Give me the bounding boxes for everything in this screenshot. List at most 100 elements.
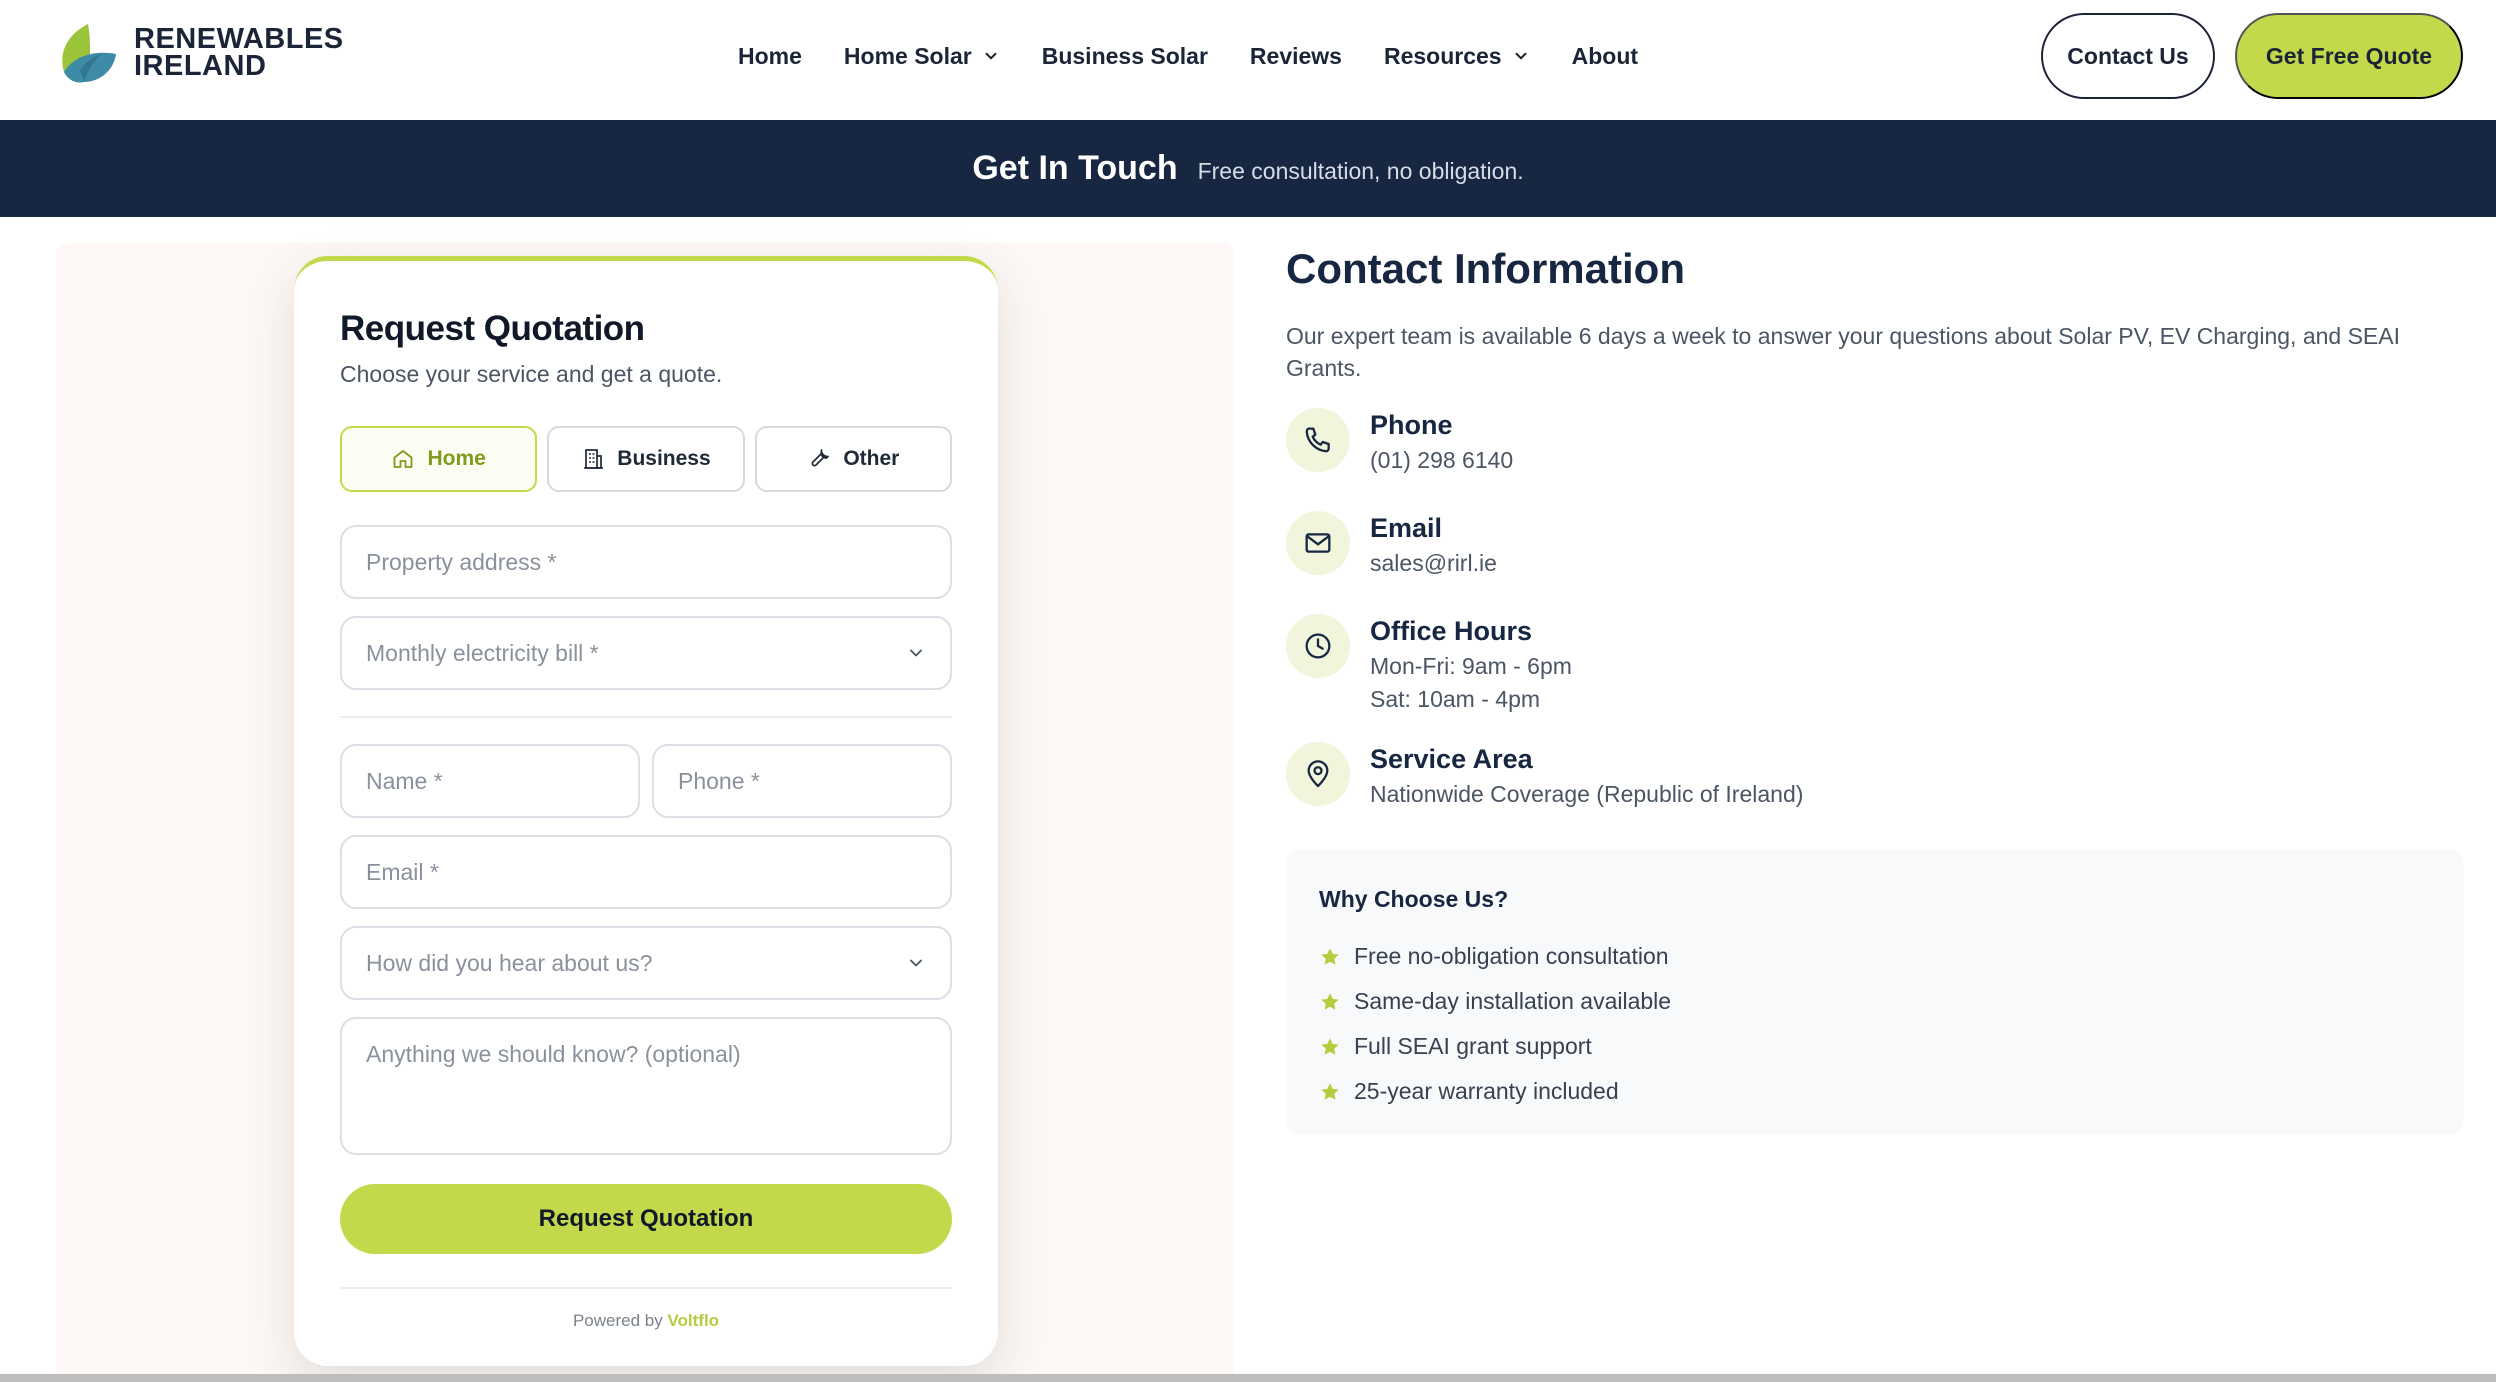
clock-icon-badge (1286, 614, 1350, 678)
contact-phone: Phone (01) 298 6140 (1286, 408, 1513, 477)
monthly-bill-placeholder: Monthly electricity bill * (366, 639, 599, 666)
office-hours-weekdays: Mon-Fri: 9am - 6pm (1370, 653, 1572, 679)
contact-email: Email sales@rirl.ie (1286, 511, 1497, 580)
notes-field-wrapper (340, 1017, 952, 1155)
monthly-bill-select[interactable]: Monthly electricity bill * (340, 616, 952, 690)
notes-textarea[interactable] (366, 1041, 926, 1131)
nav-about-label: About (1571, 42, 1639, 69)
voltflo-link[interactable]: Voltflo (667, 1311, 719, 1330)
main-nav: Home Home Solar Business Solar Reviews R… (738, 0, 1638, 112)
mail-icon-badge (1286, 511, 1350, 575)
form-divider (340, 716, 952, 718)
leaf-logo-icon (62, 24, 116, 83)
phone-icon (1305, 427, 1330, 453)
page-bottom-edge (0, 1374, 2496, 1382)
footer-divider (340, 1287, 952, 1289)
contact-us-button[interactable]: Contact Us (2041, 13, 2215, 99)
contact-info-description: Our expert team is available 6 days a we… (1286, 323, 2400, 381)
contact-office-hours: Office Hours Mon-Fri: 9am - 6pm Sat: 10a… (1286, 614, 1572, 716)
powered-by: Powered by Voltflo (294, 1311, 998, 1331)
why-choose-us-list: Free no-obligation consultation Same-day… (1319, 934, 1671, 1114)
brand-wordmark: RENEWABLES IRELAND (134, 23, 344, 82)
service-tab-other-label: Other (843, 447, 900, 470)
form-subtitle: Choose your service and get a quote. (340, 361, 723, 387)
why-item-text: Full SEAI grant support (1354, 1033, 1592, 1059)
get-in-touch-banner: Get In Touch Free consultation, no oblig… (0, 120, 2496, 217)
home-icon (394, 450, 413, 468)
nav-home-solar[interactable]: Home Solar (844, 43, 1000, 70)
why-item-text: Same-day installation available (1354, 988, 1672, 1014)
nav-home[interactable]: Home (738, 43, 802, 70)
service-tab-business-label: Business (617, 447, 711, 470)
property-address-input[interactable] (366, 548, 926, 576)
phone-input[interactable] (678, 767, 926, 795)
mail-icon (1305, 533, 1331, 553)
star-icon (1321, 992, 1339, 1010)
service-tab-home[interactable]: Home (340, 426, 538, 492)
banner-title: Get In Touch (972, 149, 1178, 187)
service-tab-other[interactable]: Other (754, 426, 952, 492)
brand-logo[interactable]: RENEWABLES IRELAND (54, 20, 344, 86)
office-hours-label: Office Hours (1370, 616, 1533, 646)
get-free-quote-button[interactable]: Get Free Quote (2235, 13, 2463, 99)
list-item: Free no-obligation consultation (1319, 934, 1671, 979)
wrench-icon (811, 449, 830, 467)
nav-reviews-label: Reviews (1249, 42, 1342, 69)
name-field-wrapper (340, 744, 640, 818)
chevron-down-icon (910, 649, 922, 657)
why-choose-us-title: Why Choose Us? (1319, 886, 1509, 912)
why-item-text: 25-year warranty included (1354, 1078, 1619, 1104)
chevron-down-icon (985, 52, 997, 60)
contact-service-area: Service Area Nationwide Coverage (Republ… (1286, 742, 1803, 811)
quotation-form: Request Quotation Choose your service an… (294, 256, 998, 1366)
chevron-down-icon (910, 959, 922, 967)
clock-icon (1305, 633, 1331, 659)
nav-home-solar-label: Home Solar (843, 42, 972, 69)
star-icon (1321, 1037, 1339, 1055)
why-choose-us-card: Why Choose Us? Free no-obligation consul… (1286, 850, 2464, 1134)
service-area-value: Nationwide Coverage (Republic of Ireland… (1370, 781, 1804, 807)
nav-about[interactable]: About (1572, 43, 1638, 70)
referral-source-select[interactable]: How did you hear about us? (340, 926, 952, 1000)
powered-by-label: Powered by (572, 1311, 668, 1330)
building-icon (584, 449, 604, 469)
phone-label: Phone (1370, 410, 1453, 440)
star-icon (1321, 1082, 1339, 1100)
map-pin-icon-badge (1286, 742, 1350, 806)
site-header: RENEWABLES IRELAND Home Home Solar Busin… (0, 0, 2496, 120)
list-item: Full SEAI grant support (1319, 1024, 1671, 1069)
request-quotation-button[interactable]: Request Quotation (340, 1184, 952, 1254)
email-field-wrapper (340, 835, 952, 909)
phone-field-wrapper (652, 744, 952, 818)
contact-info-title: Contact Information (1286, 245, 1685, 292)
brand-line-1: RENEWABLES (134, 23, 344, 55)
property-address-field-wrapper (340, 525, 952, 599)
phone-number-link[interactable]: (01) 298 6140 (1370, 444, 1513, 477)
nav-home-label: Home (738, 42, 802, 69)
nav-resources[interactable]: Resources (1384, 43, 1530, 70)
map-pin-icon (1307, 760, 1329, 788)
email-label: Email (1370, 513, 1443, 543)
list-item: Same-day installation available (1319, 979, 1671, 1024)
email-input[interactable] (366, 858, 926, 886)
list-item: 25-year warranty included (1319, 1069, 1671, 1114)
email-address-link[interactable]: sales@rirl.ie (1370, 547, 1497, 580)
nav-business-solar[interactable]: Business Solar (1042, 43, 1208, 70)
service-area-label: Service Area (1370, 744, 1533, 774)
why-item-text: Free no-obligation consultation (1354, 943, 1669, 969)
service-type-selector: Home Business Other (340, 426, 952, 492)
form-title: Request Quotation (340, 309, 645, 348)
name-input[interactable] (366, 767, 614, 795)
brand-line-2: IRELAND (134, 50, 267, 82)
referral-source-placeholder: How did you hear about us? (366, 949, 653, 976)
nav-reviews[interactable]: Reviews (1250, 43, 1342, 70)
service-tab-business[interactable]: Business (547, 426, 745, 492)
chevron-down-icon (1515, 52, 1527, 60)
nav-resources-label: Resources (1383, 42, 1502, 69)
banner-subtitle: Free consultation, no obligation. (1197, 158, 1524, 184)
phone-icon-badge (1286, 408, 1350, 472)
service-tab-home-label: Home (427, 447, 486, 470)
nav-business-solar-label: Business Solar (1041, 42, 1208, 69)
office-hours-saturday: Sat: 10am - 4pm (1370, 686, 1541, 712)
star-icon (1321, 947, 1339, 965)
